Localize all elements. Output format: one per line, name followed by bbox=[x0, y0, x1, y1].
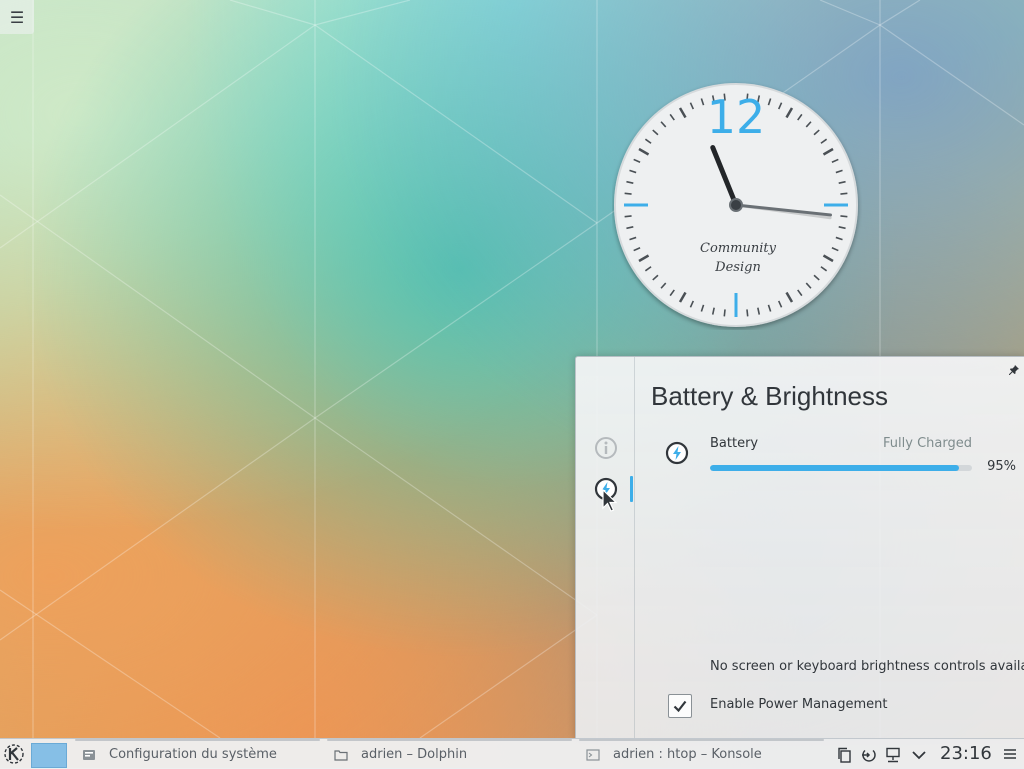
power-icon bbox=[862, 749, 876, 762]
task-label: Configuration du système bbox=[109, 747, 277, 762]
mouse-cursor-icon bbox=[602, 489, 618, 512]
clock-minute-tick bbox=[624, 192, 632, 195]
battery-level-bar bbox=[710, 465, 972, 471]
battery-status-text: Fully Charged bbox=[883, 436, 972, 451]
clipboard-icon bbox=[838, 747, 851, 763]
network-tray-button[interactable] bbox=[884, 746, 902, 764]
clock-center-pin bbox=[729, 198, 743, 212]
clock-minute-tick bbox=[624, 215, 632, 218]
clock-brand-line1: Community bbox=[700, 241, 777, 256]
tray-expand-button[interactable] bbox=[910, 746, 928, 764]
sidebar-active-indicator bbox=[630, 476, 633, 502]
network-icon bbox=[886, 747, 900, 763]
battery-icon bbox=[665, 441, 689, 465]
checkmark-icon bbox=[673, 700, 687, 713]
application-launcher-button[interactable] bbox=[2, 742, 26, 766]
power-management-label: Enable Power Management bbox=[710, 697, 888, 712]
popup-title: Battery & Brightness bbox=[651, 381, 888, 411]
panel-options-button[interactable] bbox=[1001, 745, 1019, 763]
clock-twelve: 12 bbox=[707, 90, 766, 144]
battery-percent: 95% bbox=[987, 459, 1016, 474]
clock-minute-tick bbox=[746, 309, 749, 317]
battery-level-fill bbox=[710, 465, 959, 471]
clock-minute-tick bbox=[840, 215, 848, 218]
chevron-down-icon bbox=[912, 751, 926, 760]
digital-clock[interactable]: 23:16 bbox=[940, 743, 992, 764]
power-management-checkbox[interactable] bbox=[668, 694, 692, 718]
task-konsole[interactable]: adrien : htop – Konsole bbox=[579, 739, 824, 767]
taskbar: Configuration du système adrien – Dolphi… bbox=[0, 738, 1024, 769]
task-label: adrien – Dolphin bbox=[361, 747, 468, 762]
power-tray-button[interactable] bbox=[860, 746, 878, 764]
brightness-unavailable-message: No screen or keyboard brightness control… bbox=[710, 659, 1024, 674]
task-dolphin[interactable]: adrien – Dolphin bbox=[327, 739, 572, 767]
folder-icon bbox=[333, 747, 349, 763]
task-label: adrien : htop – Konsole bbox=[613, 747, 762, 762]
battery-label: Battery bbox=[710, 436, 759, 451]
popup-sidebar bbox=[576, 357, 635, 739]
pin-icon bbox=[1009, 365, 1019, 375]
battery-brightness-popup: Battery & Brightness Battery Fully Charg… bbox=[575, 356, 1024, 739]
task-system-settings[interactable]: Configuration du système bbox=[75, 739, 320, 767]
clock-minute-tick bbox=[723, 309, 726, 317]
info-icon bbox=[595, 437, 617, 459]
clipboard-tray-button[interactable] bbox=[836, 746, 854, 764]
clock-minute-tick bbox=[840, 192, 848, 195]
battery-status-icon bbox=[665, 441, 689, 465]
analog-clock-widget[interactable]: 12 Community Design bbox=[612, 80, 862, 330]
sidebar-item-info[interactable] bbox=[593, 435, 619, 461]
pin-button[interactable] bbox=[1007, 363, 1021, 377]
settings-icon bbox=[81, 747, 97, 763]
virtual-desktop-pager[interactable] bbox=[31, 743, 67, 768]
kde-logo-icon bbox=[4, 744, 24, 764]
clock-brand-line2: Design bbox=[714, 260, 761, 275]
terminal-icon bbox=[585, 747, 601, 763]
hamburger-icon: ☰ bbox=[9, 7, 25, 27]
hamburger-icon bbox=[1004, 749, 1016, 759]
desktop-toolbox-button[interactable]: ☰ bbox=[0, 0, 34, 34]
